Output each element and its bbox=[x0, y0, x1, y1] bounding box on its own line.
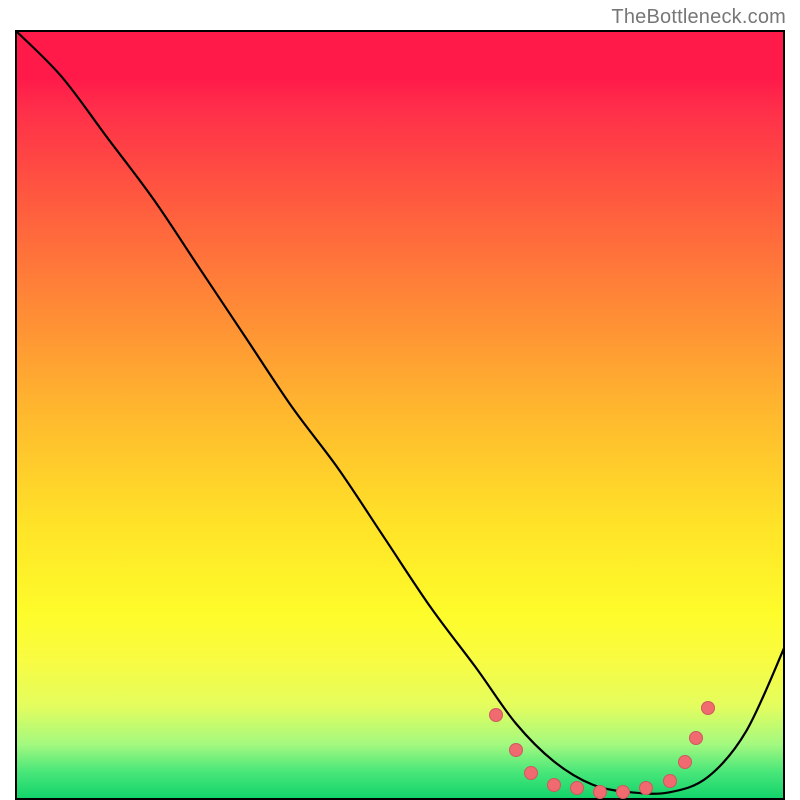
highlight-dot bbox=[524, 766, 538, 780]
highlight-dot bbox=[689, 731, 703, 745]
highlight-dot bbox=[616, 785, 630, 799]
highlight-dot bbox=[509, 743, 523, 757]
highlight-dot bbox=[701, 701, 715, 715]
highlight-dot bbox=[593, 785, 607, 799]
highlight-dot bbox=[489, 708, 503, 722]
chart-background-gradient bbox=[17, 32, 783, 798]
chart-frame bbox=[15, 30, 785, 800]
highlight-dot bbox=[570, 781, 584, 795]
highlight-dot bbox=[639, 781, 653, 795]
highlight-dot bbox=[547, 778, 561, 792]
highlight-dot bbox=[663, 774, 677, 788]
watermark-text: TheBottleneck.com bbox=[611, 6, 786, 29]
highlight-dot bbox=[678, 755, 692, 769]
